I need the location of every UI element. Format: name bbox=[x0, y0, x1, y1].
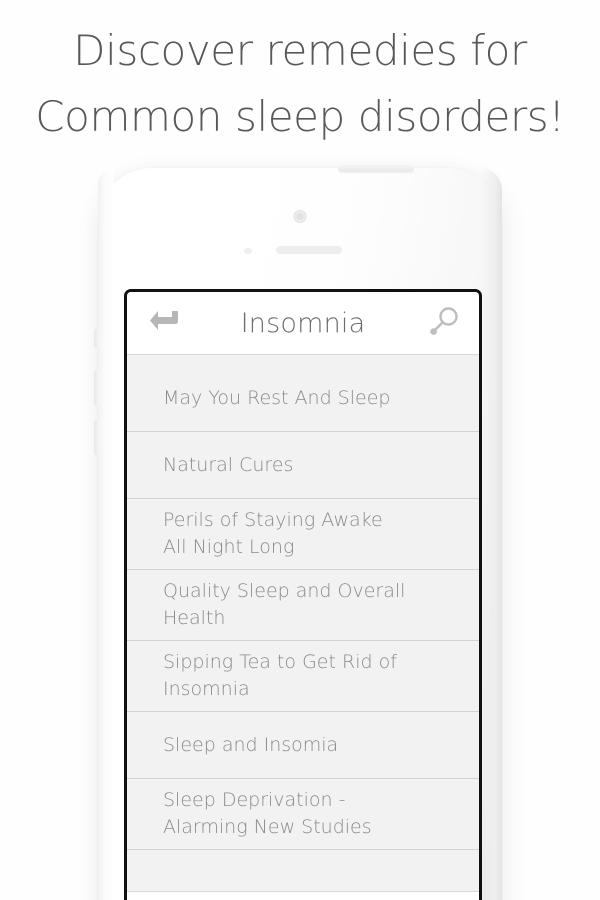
tab-insomnia[interactable]: Insomnia bbox=[127, 892, 215, 900]
list-item-title: Quality Sleep and Overall Health bbox=[163, 580, 406, 629]
list-item[interactable]: May You Rest And Sleep bbox=[127, 365, 479, 432]
device-screen: Insomnia May You Rest And Sleep Natural … bbox=[124, 289, 482, 900]
navigation-bar: Insomnia bbox=[127, 292, 479, 355]
list-item-title: Natural Cures bbox=[163, 453, 294, 476]
volume-down-button[interactable] bbox=[94, 420, 100, 456]
ring-silent-switch[interactable] bbox=[94, 328, 100, 348]
front-camera bbox=[293, 210, 307, 223]
proximity-sensor bbox=[244, 248, 252, 254]
search-icon bbox=[429, 305, 461, 342]
tab-treatment[interactable]: Treatment bbox=[391, 892, 479, 900]
headline-line-1: Discover remedies for bbox=[73, 26, 527, 75]
device-left-edge-highlight bbox=[98, 168, 114, 900]
back-button[interactable] bbox=[141, 303, 187, 343]
article-list[interactable]: May You Rest And Sleep Natural Cures Per… bbox=[127, 365, 479, 900]
back-arrow-icon bbox=[149, 308, 179, 339]
device-right-edge-shading bbox=[480, 168, 502, 900]
list-item[interactable]: Sipping Tea to Get Rid of Insomnia bbox=[127, 641, 479, 712]
list-item[interactable]: Quality Sleep and Overall Health bbox=[127, 570, 479, 641]
list-item-title: Perils of Staying Awake All Night Long bbox=[163, 509, 383, 558]
list-item[interactable]: Natural Cures bbox=[127, 432, 479, 499]
earpiece-speaker bbox=[276, 246, 342, 254]
list-item[interactable]: Perils of Staying Awake All Night Long bbox=[127, 499, 479, 570]
list-item-title: Sleep Deprivation - Alarming New Studies bbox=[163, 789, 372, 838]
list-item[interactable]: Sleep Deprivation - Alarming New Studies bbox=[127, 779, 479, 850]
tab-bar: Insomnia Apnea bbox=[127, 891, 479, 900]
tab-snoring[interactable]: Snoring bbox=[303, 892, 391, 900]
search-button[interactable] bbox=[423, 302, 467, 344]
list-item-title: Sipping Tea to Get Rid of Insomnia bbox=[163, 651, 397, 700]
list-item[interactable]: Sleep and Insomia bbox=[127, 712, 479, 779]
volume-up-button[interactable] bbox=[94, 370, 100, 406]
power-button[interactable] bbox=[338, 165, 414, 172]
list-item-title: May You Rest And Sleep bbox=[163, 386, 391, 409]
promo-screenshot-page: Discover remedies for Common sleep disor… bbox=[0, 0, 600, 900]
screen-title: Insomnia bbox=[240, 307, 366, 339]
smartphone-mockup: Insomnia May You Rest And Sleep Natural … bbox=[94, 165, 502, 900]
headline-line-2: Common sleep disorders! bbox=[35, 92, 565, 141]
page-title: Discover remedies for Common sleep disor… bbox=[0, 18, 600, 150]
tab-apnea[interactable]: Apnea bbox=[215, 892, 303, 900]
list-item-title: Sleep and Insomia bbox=[163, 733, 339, 756]
